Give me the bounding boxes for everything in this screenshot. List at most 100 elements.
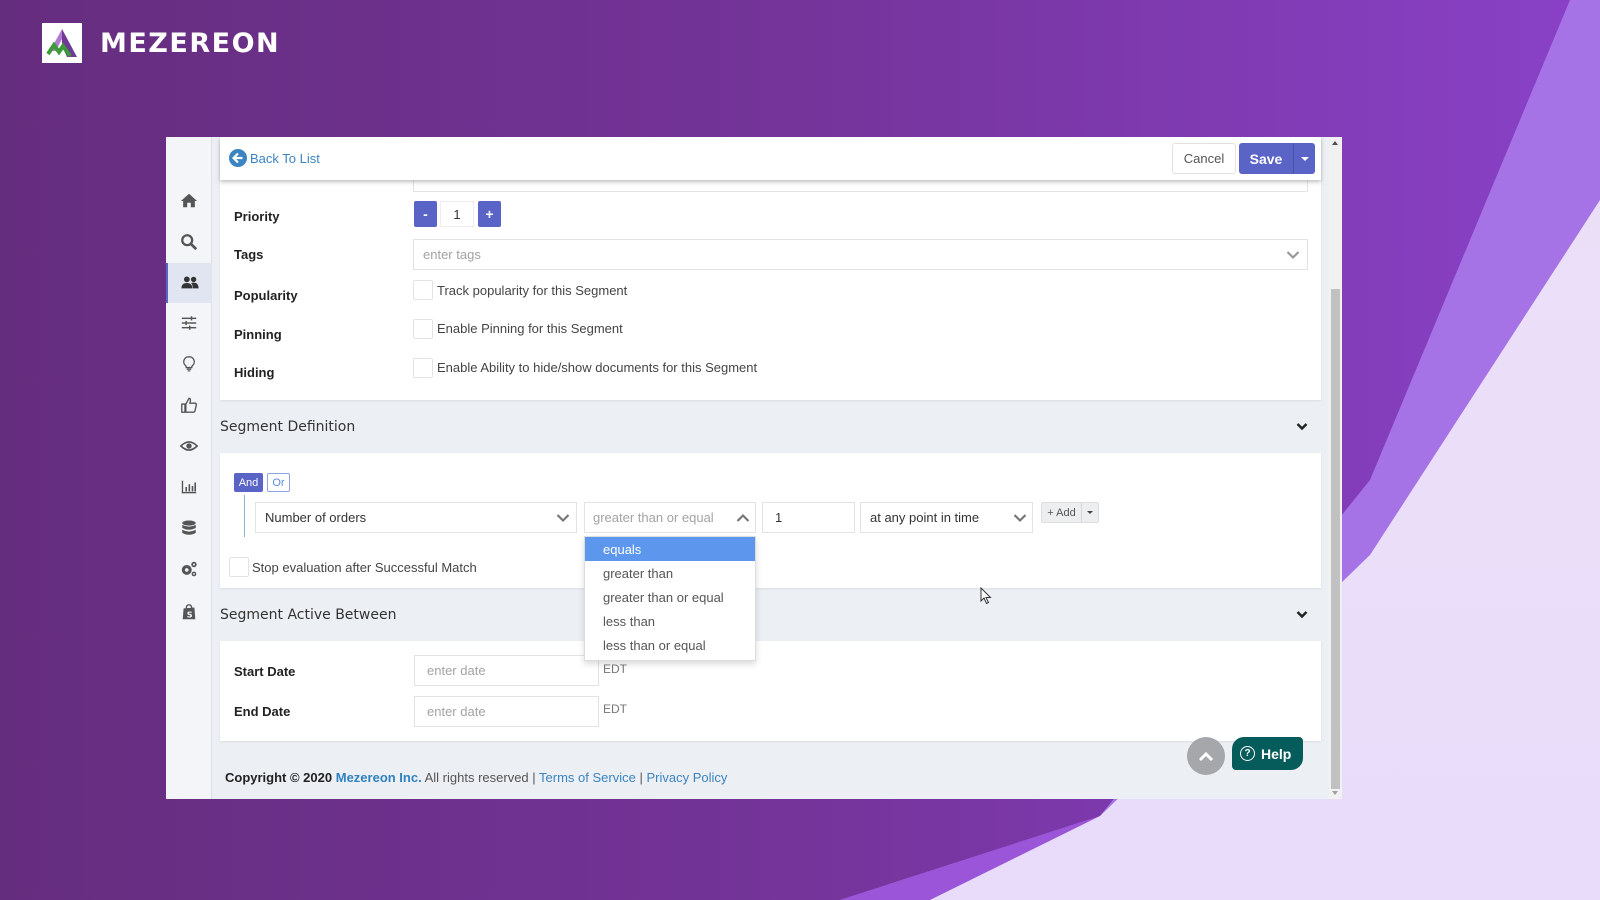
start-date-label: Start Date [234, 664, 296, 679]
users-icon [181, 276, 199, 289]
operator-option[interactable]: less than [585, 609, 755, 633]
scroll-to-top-button[interactable] [1187, 737, 1225, 775]
sidebar-item-recommendations[interactable] [166, 385, 212, 425]
sidebar-item-settings[interactable] [166, 549, 212, 589]
rule-operator-placeholder: greater than or equal [593, 510, 714, 525]
back-to-list-link[interactable]: Back To List [229, 149, 320, 167]
tags-input[interactable]: enter tags [413, 239, 1308, 270]
database-icon [182, 520, 196, 535]
or-toggle-button[interactable]: Or [267, 473, 290, 492]
copyright-text: Copyright © 2020 [225, 770, 333, 785]
segment-definition-title: Segment Definition [220, 419, 356, 435]
operator-option[interactable]: equals [585, 537, 755, 561]
sidebar-item-preview[interactable] [166, 426, 212, 466]
question-circle-icon: ? [1240, 746, 1255, 761]
add-rule-options-dropdown[interactable] [1082, 503, 1098, 522]
rule-field-select[interactable]: Number of orders [255, 502, 577, 533]
hiding-label: Hiding [234, 365, 275, 380]
mouse-cursor-icon [980, 587, 992, 605]
popularity-checkbox[interactable] [413, 280, 433, 300]
gears-icon [181, 561, 197, 577]
segment-active-card [220, 641, 1321, 741]
operator-option[interactable]: greater than [585, 561, 755, 585]
segment-active-title: Segment Active Between [220, 607, 397, 623]
sidebar-item-segments[interactable] [166, 263, 212, 303]
save-button[interactable]: Save [1239, 143, 1294, 174]
priority-input[interactable]: 1 [440, 201, 474, 227]
action-bar: Back To List Cancel Save [220, 137, 1321, 180]
operator-option[interactable]: greater than or equal [585, 585, 755, 609]
sidebar-item-insights[interactable] [166, 344, 212, 384]
chevron-down-icon [1286, 251, 1300, 260]
cancel-button[interactable]: Cancel [1172, 143, 1236, 174]
shopify-bag-icon: S [182, 604, 196, 619]
scroll-down-arrow-icon[interactable] [1332, 791, 1338, 795]
stop-evaluation-checkbox[interactable] [229, 557, 249, 577]
thumbs-up-icon [181, 397, 197, 413]
sidebar-item-shopify[interactable]: S [166, 592, 212, 632]
company-link[interactable]: Mezereon Inc. [336, 770, 422, 785]
stop-evaluation-label: Stop evaluation after Successful Match [252, 560, 477, 575]
rule-operator-select[interactable]: greater than or equal [584, 502, 756, 533]
end-date-placeholder: enter date [427, 704, 486, 719]
sidebar-item-data[interactable] [166, 508, 212, 548]
save-button-group: Save [1239, 143, 1315, 174]
lightbulb-icon [183, 356, 195, 372]
help-button[interactable]: ? Help [1232, 737, 1303, 770]
start-date-input[interactable]: enter date [414, 655, 599, 686]
pinning-label: Pinning [234, 327, 282, 342]
home-icon [180, 193, 198, 208]
chevron-down-icon [556, 514, 570, 523]
rule-group-connector [244, 495, 245, 537]
and-toggle-button[interactable]: And [234, 473, 263, 492]
sidebar-item-search[interactable] [166, 222, 212, 262]
brand-logo: MEZEREON [42, 23, 280, 63]
rule-timeframe-value: at any point in time [870, 510, 980, 525]
pinning-checkbox-label: Enable Pinning for this Segment [437, 321, 623, 336]
scroll-up-arrow-icon[interactable] [1332, 141, 1338, 145]
eye-icon [180, 441, 198, 451]
chevron-up-icon [736, 513, 750, 522]
scrollbar-thumb[interactable] [1331, 289, 1340, 789]
search-icon [181, 234, 198, 251]
page-scrollbar[interactable] [1329, 137, 1342, 799]
rule-timeframe-select[interactable]: at any point in time [860, 502, 1033, 533]
hiding-checkbox[interactable] [413, 358, 433, 378]
add-rule-button[interactable]: + Add [1042, 503, 1082, 522]
bar-chart-icon [181, 480, 197, 494]
svg-text:S: S [187, 609, 193, 619]
caret-down-icon [1300, 156, 1309, 161]
tags-label: Tags [234, 247, 264, 262]
segment-active-collapse-toggle[interactable] [1296, 610, 1308, 619]
sidebar-item-tuning[interactable] [166, 303, 212, 343]
logo-mark-icon [42, 23, 82, 63]
brand-name: MEZEREON [100, 27, 281, 59]
save-options-dropdown[interactable] [1294, 143, 1315, 174]
hiding-checkbox-label: Enable Ability to hide/show documents fo… [437, 360, 758, 375]
back-to-list-label: Back To List [250, 150, 320, 166]
operator-dropdown-menu: equals greater than greater than or equa… [584, 536, 756, 661]
sidebar-item-home[interactable] [166, 181, 212, 221]
footer: Copyright © 2020 Mezereon Inc. All right… [225, 770, 727, 785]
chevron-up-icon [1198, 751, 1214, 761]
rule-value-input[interactable]: 1 [762, 502, 855, 533]
pinning-checkbox[interactable] [413, 319, 433, 339]
segment-definition-collapse-toggle[interactable] [1296, 422, 1308, 431]
help-label: Help [1261, 745, 1292, 762]
tags-placeholder: enter tags [423, 247, 481, 262]
end-date-input[interactable]: enter date [414, 696, 599, 727]
add-rule-button-group: + Add [1041, 502, 1099, 523]
caret-down-icon [1087, 511, 1093, 514]
rule-field-value: Number of orders [265, 510, 367, 525]
end-date-timezone: EDT [603, 702, 627, 716]
start-date-placeholder: enter date [427, 663, 486, 678]
operator-option[interactable]: less than or equal [585, 633, 755, 657]
terms-of-service-link[interactable]: Terms of Service [539, 770, 636, 785]
priority-decrement-button[interactable]: - [414, 201, 437, 227]
arrow-left-circle-icon [229, 149, 247, 167]
sidebar-item-analytics[interactable] [166, 467, 212, 507]
priority-increment-button[interactable]: + [478, 201, 501, 227]
privacy-policy-link[interactable]: Privacy Policy [646, 770, 727, 785]
end-date-label: End Date [234, 704, 291, 719]
chevron-down-icon [1013, 514, 1027, 523]
